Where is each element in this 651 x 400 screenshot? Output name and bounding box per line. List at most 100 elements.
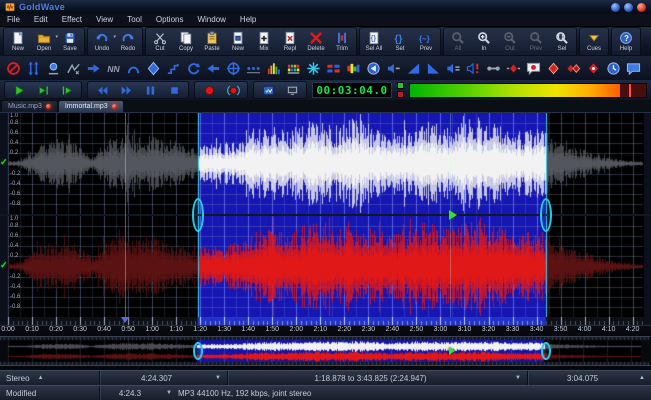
minimize-button[interactable] [611, 2, 620, 12]
spectrum-b-button[interactable] [283, 58, 303, 78]
total-length-field[interactable]: 4:24.307 ▼ [100, 371, 228, 385]
redo-button[interactable]: Redo [115, 29, 141, 55]
cue-marker-triangle[interactable] [121, 317, 129, 323]
up-arrow-icon[interactable]: ▲ [38, 375, 44, 381]
open-button[interactable]: Open ▾ [31, 29, 58, 55]
up-arrow-icon[interactable]: ▲ [639, 375, 645, 381]
noise-nn-button[interactable]: NN [103, 58, 123, 78]
clock-button[interactable] [603, 58, 623, 78]
channel-mode-selector[interactable]: Stereo ▲ [0, 371, 100, 385]
prev-button[interactable]: {~} Prev [413, 29, 439, 55]
speech-bubble-button[interactable] [623, 58, 643, 78]
blue-diamond-button[interactable] [143, 58, 163, 78]
left-channel-waveform[interactable] [0, 113, 651, 214]
overview-selection-start-handle[interactable] [193, 342, 203, 360]
speaker-alert-button[interactable] [463, 58, 483, 78]
record-selection-button[interactable] [221, 83, 245, 98]
down-arrow-icon[interactable]: ▼ [215, 375, 221, 381]
cues-button[interactable]: Cues [581, 29, 607, 55]
right-channel-enable-check[interactable]: ✓ [0, 261, 8, 270]
overview-playhead-marker[interactable] [449, 347, 455, 355]
crosshair-circle-button[interactable] [223, 58, 243, 78]
tab-immortal-mp3[interactable]: Immortal.mp3 [58, 101, 123, 112]
ab-icon [262, 85, 274, 95]
menu-item-help[interactable]: Help [233, 14, 263, 26]
right-channel-waveform[interactable] [0, 216, 651, 317]
menu-item-tool[interactable]: Tool [120, 14, 149, 26]
copy-button[interactable]: Copy [173, 29, 199, 55]
format-field[interactable]: ▼ MP3 44100 Hz, 192 kbps, joint stereo [160, 386, 651, 400]
visuals-button[interactable] [280, 83, 304, 98]
hump-curve-button[interactable] [123, 58, 143, 78]
menu-item-window[interactable]: Window [190, 14, 232, 26]
sel-button[interactable]: Sel [549, 29, 575, 55]
no-sign-button[interactable] [3, 58, 23, 78]
help-button[interactable]: ? Help [613, 29, 639, 55]
menu-item-effect[interactable]: Effect [55, 14, 89, 26]
mix-button[interactable]: Mix [251, 29, 277, 55]
menu-item-file[interactable]: File [0, 14, 27, 26]
dot-spread-button[interactable] [243, 58, 263, 78]
save-button[interactable]: Save [57, 29, 83, 55]
overview-selection-end-handle[interactable] [541, 342, 551, 360]
new-button[interactable]: New [225, 29, 251, 55]
down-arrow-icon[interactable]: ▼ [515, 375, 521, 381]
updown-arrows-button[interactable] [23, 58, 43, 78]
overview-bar[interactable] [0, 336, 651, 366]
bubble-record-button[interactable] [523, 58, 543, 78]
red-diamond-eye-button[interactable] [583, 58, 603, 78]
red-blue-bars-button[interactable] [323, 58, 343, 78]
repl-button[interactable]: Repl [277, 29, 303, 55]
play-from-marker-button[interactable] [55, 83, 79, 98]
selection-start-handle[interactable] [192, 198, 204, 232]
menu-item-edit[interactable]: Edit [27, 14, 55, 26]
pendulum-button[interactable] [43, 58, 63, 78]
menu-item-options[interactable]: Options [149, 14, 191, 26]
in-button[interactable]: In [471, 29, 497, 55]
set-button[interactable]: {} Set [387, 29, 413, 55]
zigzag-button[interactable] [63, 58, 83, 78]
restore-button[interactable] [624, 2, 633, 12]
red-diamond-arrows-button[interactable] [503, 58, 523, 78]
delete-button[interactable]: Delete [303, 29, 329, 55]
record-button[interactable] [197, 83, 221, 98]
play-button[interactable] [7, 83, 31, 98]
ramp-up-button[interactable] [403, 58, 423, 78]
new-button[interactable]: New [5, 29, 31, 55]
red-diamond-button[interactable] [543, 58, 563, 78]
cycle-arrows-button[interactable] [183, 58, 203, 78]
arrow-left-button[interactable] [203, 58, 223, 78]
speaker-minus-button[interactable] [383, 58, 403, 78]
selection-end-handle[interactable] [540, 198, 552, 232]
menu-item-view[interactable]: View [89, 14, 120, 26]
left-channel-enable-check[interactable]: ✓ [0, 158, 8, 167]
stop-button[interactable] [162, 83, 186, 98]
pause-button[interactable] [138, 83, 162, 98]
color-bars-button[interactable] [343, 58, 363, 78]
paste-button[interactable]: Paste [199, 29, 225, 55]
rewind-button[interactable] [90, 83, 114, 98]
tab-music-mp3[interactable]: Music.mp3 [2, 101, 57, 112]
arrow-right-button[interactable] [83, 58, 103, 78]
steps-button[interactable] [163, 58, 183, 78]
play-selection-button[interactable] [31, 83, 55, 98]
pan-circle-button[interactable] [363, 58, 383, 78]
playhead-marker[interactable] [449, 210, 457, 220]
control-properties-button[interactable] [256, 83, 280, 98]
red-diamond-pair-button[interactable] [563, 58, 583, 78]
sel-all-button[interactable]: {} Sel All [361, 29, 387, 55]
cut-button[interactable]: Cut [147, 29, 173, 55]
dumbbell-button[interactable] [483, 58, 503, 78]
position-field[interactable]: 3:04.075 ▲ [528, 371, 651, 385]
starburst-button[interactable] [303, 58, 323, 78]
spectrum-a-button[interactable] [263, 58, 283, 78]
ramp-down-button[interactable] [423, 58, 443, 78]
speaker-equal-button[interactable] [443, 58, 463, 78]
close-button[interactable] [637, 2, 646, 12]
selection-range-field[interactable]: 1:18.878 to 3:43.825 (2:24.947) ▼ [228, 371, 528, 385]
down-arrow-icon[interactable]: ▼ [166, 390, 172, 396]
fast-forward-button[interactable] [114, 83, 138, 98]
undo-button[interactable]: Undo ▾ [89, 29, 116, 55]
trim-button[interactable]: Trim [329, 29, 355, 55]
timeline-ruler[interactable]: 0:00 0:10 0:20 0:30 0:40 0:50 1:00 1:10 1:20 1:30… [0, 317, 651, 335]
